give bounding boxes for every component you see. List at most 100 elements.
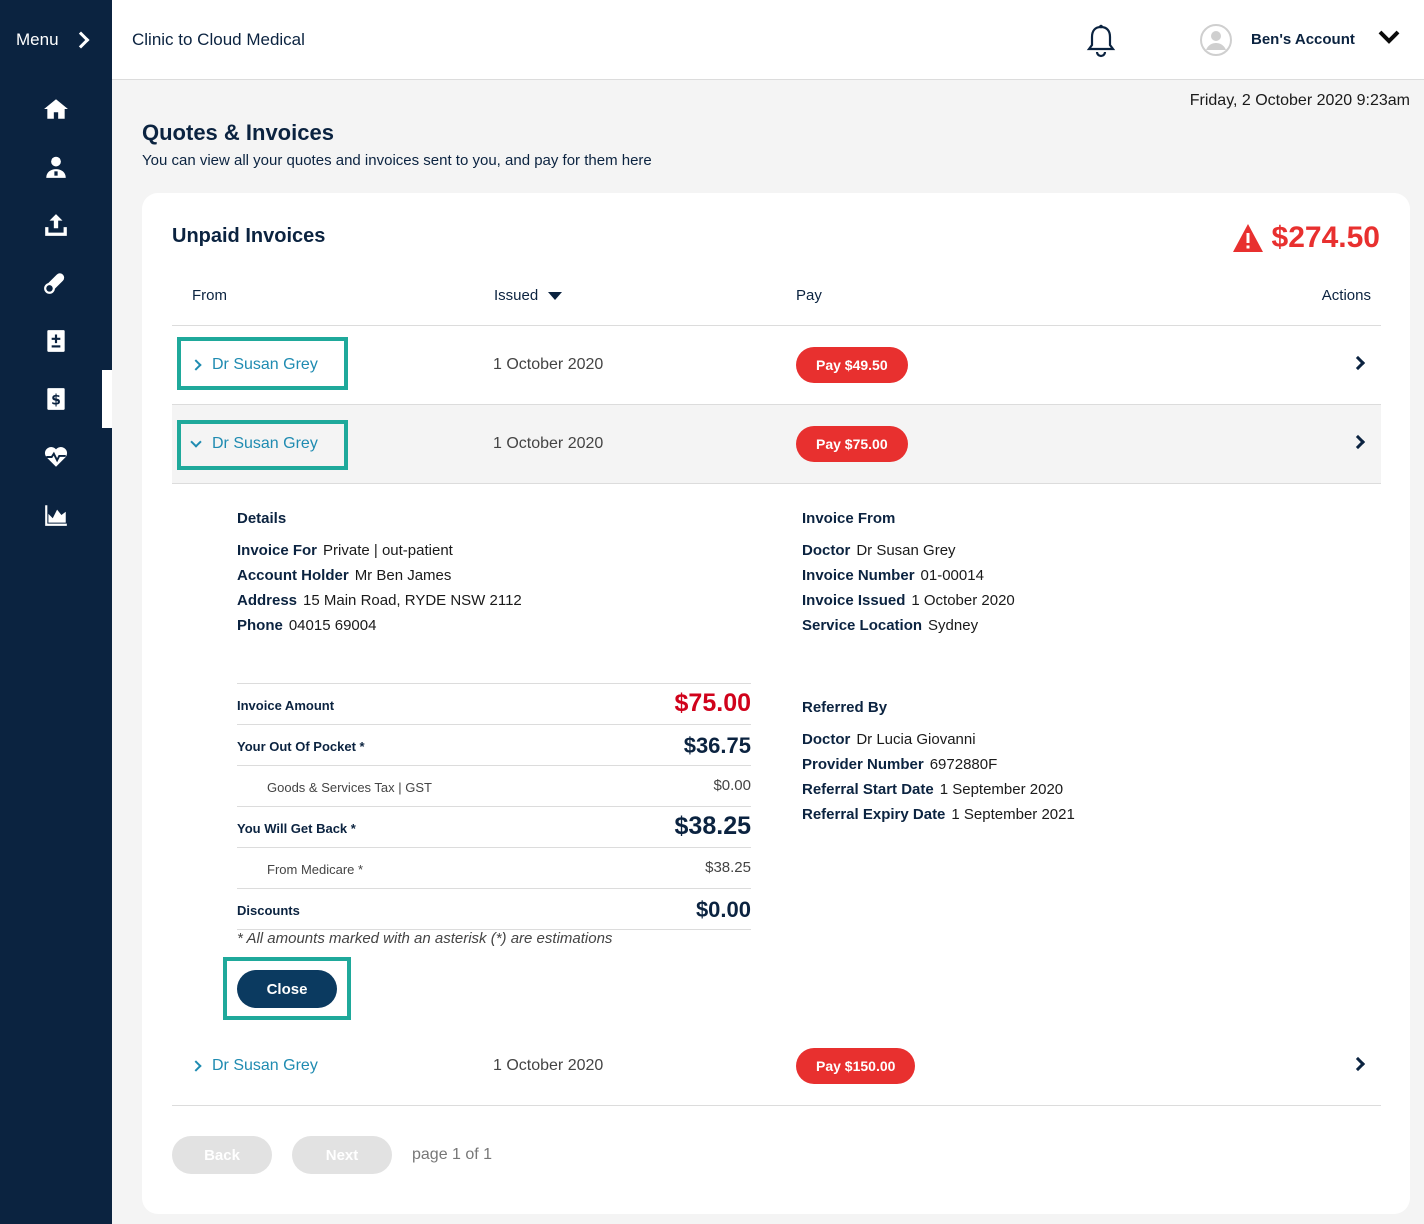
pay-button[interactable]: Pay $49.50 bbox=[796, 347, 908, 383]
column-issued-label: Issued bbox=[494, 287, 539, 304]
unpaid-invoices-card: Unpaid Invoices $274.50 From Issued Pay … bbox=[142, 193, 1410, 1214]
referred-by-heading: Referred By bbox=[802, 699, 888, 716]
chart-icon bbox=[45, 505, 67, 526]
gst-label: Goods & Services Tax | GST bbox=[267, 780, 432, 795]
provider-number-value: 6972880F bbox=[929, 756, 998, 773]
provider-number: Provider Number 6972880F bbox=[802, 756, 997, 773]
referral-expiry: Referral Expiry Date 1 September 2021 bbox=[802, 806, 1075, 823]
current-datetime: Friday, 2 October 2020 9:23am bbox=[1189, 92, 1410, 109]
referral-expiry-value: 1 September 2021 bbox=[951, 806, 1075, 823]
out-of-pocket-label: Your Out Of Pocket * bbox=[237, 739, 365, 754]
column-pay: Pay bbox=[796, 287, 822, 304]
warning-icon bbox=[1232, 224, 1263, 252]
get-back-label: You Will Get Back * bbox=[237, 821, 356, 836]
nav-doctors[interactable] bbox=[0, 138, 112, 196]
pay-button[interactable]: Pay $150.00 bbox=[796, 1048, 916, 1084]
card-title: Unpaid Invoices bbox=[172, 225, 326, 247]
sidebar: Menu $ bbox=[0, 0, 112, 1224]
chevron-right-icon[interactable] bbox=[1350, 434, 1366, 450]
medication-icon bbox=[44, 273, 65, 294]
discounts-value: $0.00 bbox=[695, 897, 751, 922]
menu-label: Menu bbox=[16, 30, 59, 49]
invoice-for: Invoice For Private | out-patient bbox=[237, 542, 453, 559]
page-title: Quotes & Invoices bbox=[142, 120, 334, 145]
table-row: Dr Susan Grey 1 October 2020 Pay $49.50 bbox=[172, 326, 1381, 404]
invoice-for-value: Private | out-patient bbox=[323, 542, 453, 559]
column-actions: Actions bbox=[1321, 287, 1371, 304]
nav-records[interactable] bbox=[0, 312, 112, 370]
service-location-value: Sydney bbox=[928, 617, 979, 634]
highlight-box bbox=[177, 420, 348, 470]
address: Address 15 Main Road, RYDE NSW 2112 bbox=[237, 592, 522, 609]
gst-value: $0.00 bbox=[713, 777, 751, 794]
sort-down-icon bbox=[548, 292, 563, 301]
home-icon bbox=[44, 99, 68, 119]
nav-charts[interactable] bbox=[0, 486, 112, 544]
referral-start: Referral Start Date 1 September 2020 bbox=[802, 781, 1063, 798]
account-name[interactable]: Ben's Account bbox=[1251, 31, 1355, 48]
invoice-from-heading: Invoice From bbox=[802, 510, 896, 527]
column-issued[interactable]: Issued bbox=[494, 287, 563, 304]
svg-text:$: $ bbox=[51, 392, 61, 408]
menu-toggle[interactable]: Menu bbox=[16, 30, 90, 50]
referral-doctor: Doctor Dr Lucia Giovanni bbox=[802, 731, 976, 748]
from-doctor-label: Doctor bbox=[802, 542, 851, 559]
invoice-number: Invoice Number 01-00014 bbox=[802, 567, 984, 584]
nav-invoices[interactable]: $ bbox=[0, 370, 112, 428]
nav-home[interactable] bbox=[0, 80, 112, 138]
chevron-right-icon[interactable] bbox=[1350, 1056, 1366, 1072]
row-expand-toggle[interactable]: Dr Susan Grey bbox=[190, 1057, 318, 1075]
invoice-number-label: Invoice Number bbox=[802, 567, 915, 584]
account-holder-label: Account Holder bbox=[237, 567, 349, 584]
from-doctor: Doctor Dr Susan Grey bbox=[802, 542, 956, 559]
page-indicator: page 1 of 1 bbox=[412, 1146, 493, 1163]
summary-row: Discounts $0.00 bbox=[237, 888, 751, 929]
referral-start-label: Referral Start Date bbox=[802, 781, 934, 798]
next-button[interactable]: Next bbox=[292, 1136, 392, 1174]
table-row: Dr Susan Grey 1 October 2020 Pay $75.00 bbox=[172, 405, 1381, 483]
invoice-for-label: Invoice For bbox=[237, 542, 318, 559]
details-heading: Details bbox=[237, 510, 287, 527]
clinic-name: Clinic to Cloud Medical bbox=[132, 30, 305, 49]
top-bar: Clinic to Cloud Medical Ben's Account bbox=[112, 0, 1424, 80]
upload-icon bbox=[45, 214, 67, 236]
row-issued: 1 October 2020 bbox=[493, 356, 604, 373]
summary-row: Goods & Services Tax | GST $0.00 bbox=[237, 765, 751, 806]
account-holder: Account Holder Mr Ben James bbox=[237, 567, 451, 584]
out-of-pocket-value: $36.75 bbox=[683, 733, 751, 758]
highlight-box bbox=[223, 957, 351, 1020]
referral-doctor-label: Doctor bbox=[802, 731, 851, 748]
phone-label: Phone bbox=[237, 617, 283, 634]
table-divider bbox=[172, 1105, 1381, 1106]
row-issued: 1 October 2020 bbox=[493, 435, 604, 452]
table-row: Dr Susan Grey 1 October 2020 Pay $150.00 bbox=[172, 1027, 1381, 1105]
phone: Phone 04015 69004 bbox=[237, 617, 376, 634]
medicare-value: $38.25 bbox=[705, 859, 751, 876]
nav-health[interactable] bbox=[0, 428, 112, 486]
back-button[interactable]: Back bbox=[172, 1136, 272, 1174]
from-doctor-value: Dr Susan Grey bbox=[856, 542, 956, 559]
service-location-label: Service Location bbox=[802, 617, 923, 634]
account-holder-value: Mr Ben James bbox=[354, 567, 452, 584]
invoice-issued-value: 1 October 2020 bbox=[911, 592, 1015, 609]
summary-row: Invoice Amount $75.00 bbox=[237, 683, 751, 724]
heart-rate-icon bbox=[44, 447, 68, 467]
phone-value: 04015 69004 bbox=[288, 617, 377, 634]
chevron-right-icon[interactable] bbox=[1350, 355, 1366, 371]
doctor-icon bbox=[46, 156, 66, 178]
table-divider bbox=[172, 483, 1381, 484]
invoice-amount-value: $75.00 bbox=[674, 689, 751, 717]
address-label: Address bbox=[237, 592, 298, 609]
row-issued: 1 October 2020 bbox=[493, 1057, 604, 1074]
referral-start-value: 1 September 2020 bbox=[939, 781, 1064, 798]
pay-button[interactable]: Pay $75.00 bbox=[796, 426, 908, 462]
chevron-right-icon bbox=[190, 1060, 202, 1072]
chevron-down-icon[interactable] bbox=[1378, 26, 1400, 48]
unpaid-total-value: $274.50 bbox=[1271, 221, 1380, 254]
nav-upload[interactable] bbox=[0, 196, 112, 254]
bell-icon[interactable] bbox=[1085, 24, 1117, 58]
avatar-icon[interactable] bbox=[1200, 24, 1232, 56]
nav-medications[interactable] bbox=[0, 254, 112, 312]
discounts-label: Discounts bbox=[237, 903, 300, 918]
invoice-icon: $ bbox=[47, 388, 65, 410]
